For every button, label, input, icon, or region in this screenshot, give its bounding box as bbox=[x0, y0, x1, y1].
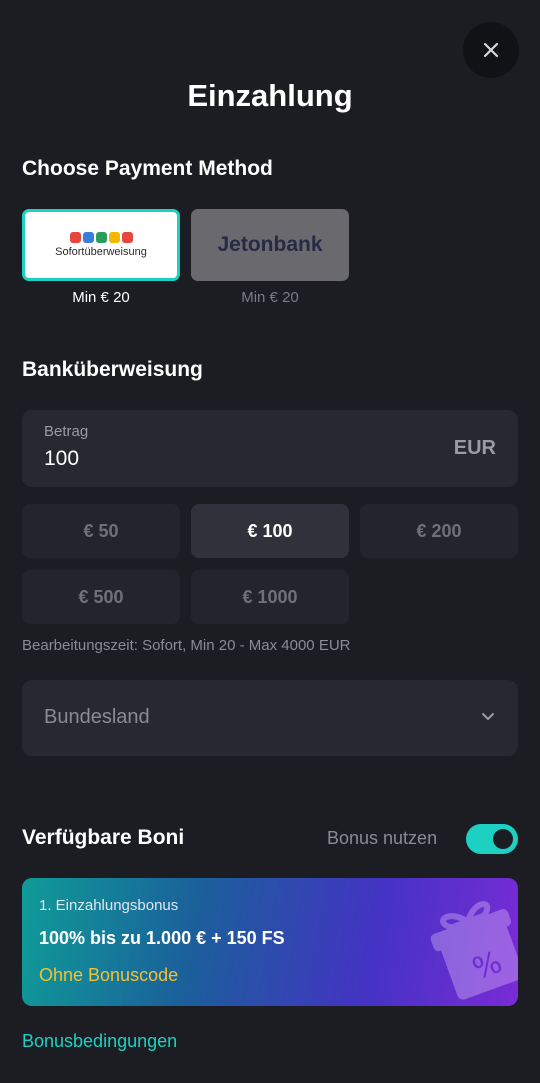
payment-method-name: Jetonbank bbox=[217, 233, 323, 256]
page-title: Einzahlung bbox=[187, 78, 353, 113]
deposit-page: Einzahlung Choose Payment Method Sofortü… bbox=[0, 0, 540, 1083]
amount-chip-500[interactable]: € 500 bbox=[22, 570, 180, 624]
state-select-placeholder: Bundesland bbox=[44, 706, 150, 728]
bonus-card[interactable]: 1. Einzahlungsbonus 100% bis zu 1.000 € … bbox=[22, 878, 518, 1006]
toggle-knob bbox=[493, 829, 513, 849]
close-icon bbox=[483, 42, 499, 58]
gift-icon: % bbox=[430, 901, 518, 1000]
payment-method-name: Sofortüberweisung bbox=[55, 246, 147, 258]
amount-chip-100[interactable]: € 100 bbox=[191, 504, 349, 558]
processing-info: Bearbeitungszeit: Sofort, Min 20 - Max 4… bbox=[22, 637, 351, 654]
amount-label: Betrag bbox=[44, 423, 89, 440]
bonus-terms-link[interactable]: Bonusbedingungen bbox=[22, 1031, 177, 1052]
bonus-number: 1. Einzahlungsbonus bbox=[39, 897, 179, 914]
bonus-section-title: Verfügbare Boni bbox=[22, 826, 185, 849]
amount-input[interactable] bbox=[44, 447, 424, 471]
payment-method-min: Min € 20 bbox=[72, 289, 130, 306]
sofort-logo-icon bbox=[69, 232, 133, 243]
amount-chip-50[interactable]: € 50 bbox=[22, 504, 180, 558]
currency-label: EUR bbox=[453, 437, 496, 459]
amount-field[interactable]: Betrag EUR bbox=[22, 410, 518, 487]
bank-transfer-title: Banküberweisung bbox=[22, 358, 203, 381]
payment-method-jetonbank[interactable]: Jetonbank bbox=[191, 209, 349, 281]
amount-chip-200[interactable]: € 200 bbox=[360, 504, 518, 558]
bonus-code-text: Ohne Bonuscode bbox=[39, 965, 179, 985]
chevron-down-icon bbox=[482, 713, 494, 720]
bonus-toggle-label: Bonus nutzen bbox=[327, 828, 438, 848]
payment-method-sofort[interactable]: Sofortüberweisung bbox=[22, 209, 180, 281]
close-button[interactable] bbox=[463, 22, 519, 78]
bonus-toggle[interactable] bbox=[466, 824, 518, 854]
amount-chip-1000[interactable]: € 1000 bbox=[191, 570, 349, 624]
state-select[interactable]: Bundesland bbox=[22, 680, 518, 756]
bonus-offer: 100% bis zu 1.000 € + 150 FS bbox=[39, 928, 285, 948]
payment-method-title: Choose Payment Method bbox=[22, 157, 273, 180]
payment-method-min: Min € 20 bbox=[241, 289, 299, 306]
